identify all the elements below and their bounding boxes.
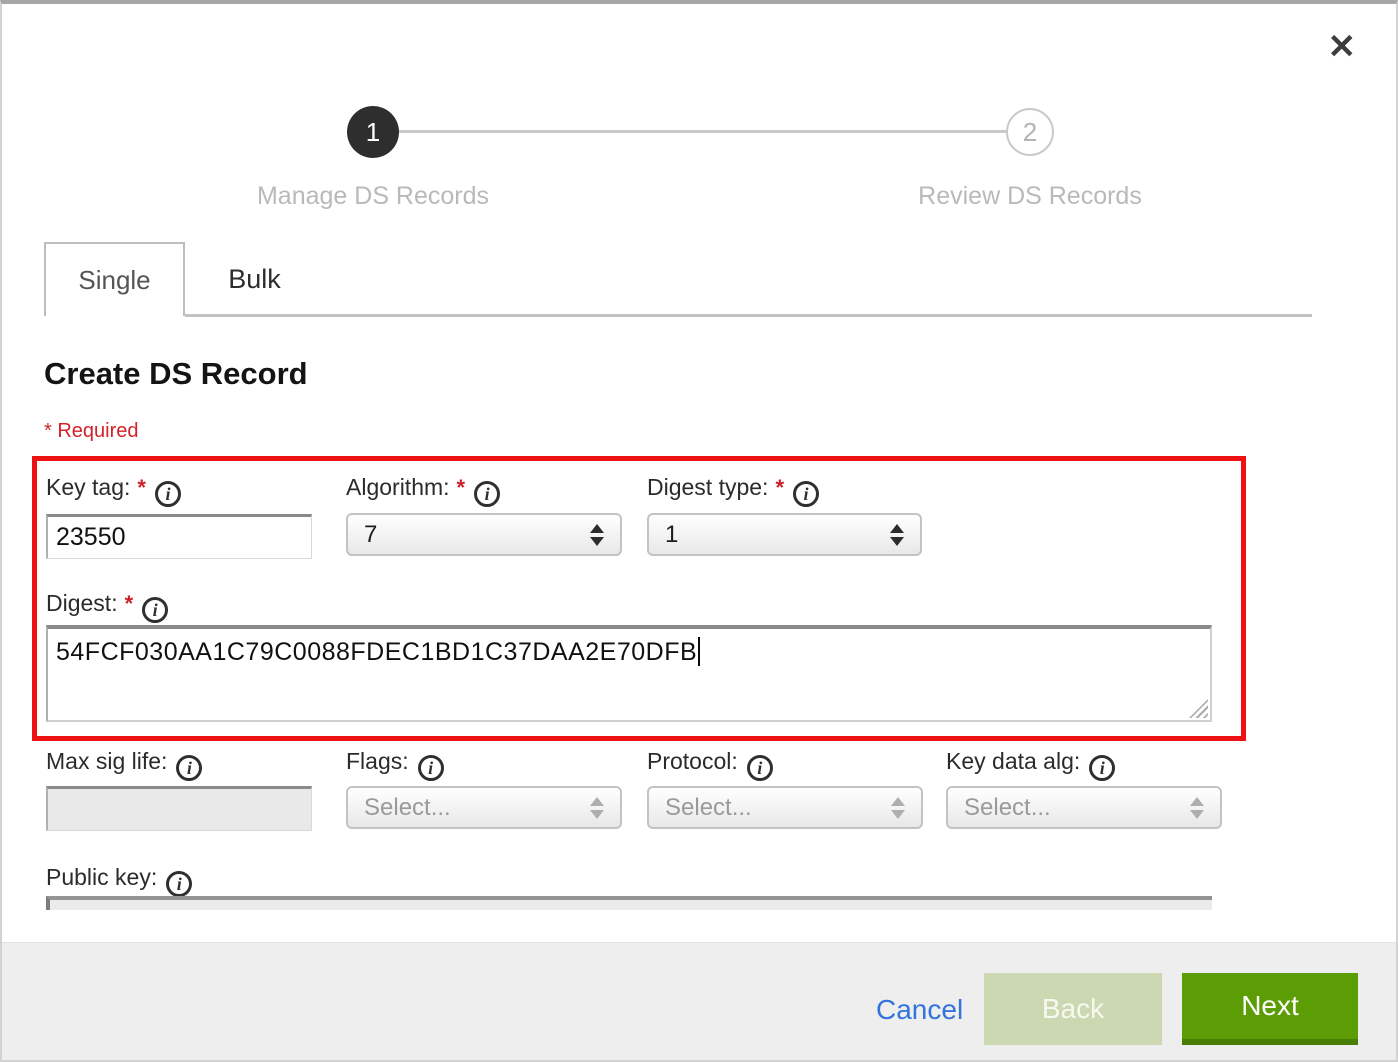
algorithm-label-text: Algorithm:: [346, 474, 450, 500]
select-arrows-icon: [590, 797, 604, 819]
flags-select[interactable]: Select...: [346, 786, 622, 829]
key-data-alg-select-value: Select...: [964, 794, 1051, 822]
tab-underline: [185, 314, 1312, 317]
algorithm-label: Algorithm: * i: [346, 474, 500, 507]
info-icon[interactable]: i: [176, 755, 202, 781]
digest-label: Digest: * i: [46, 590, 168, 623]
info-icon[interactable]: i: [1089, 755, 1115, 781]
required-note: * Required: [44, 420, 139, 443]
digest-label-text: Digest:: [46, 590, 118, 616]
next-button[interactable]: Next: [1182, 973, 1358, 1045]
resize-handle-icon[interactable]: [1189, 699, 1208, 718]
digest-type-select-value: 1: [665, 521, 678, 549]
stepper-step-1-circle: 1: [347, 106, 399, 158]
max-sig-life-input[interactable]: [46, 786, 312, 831]
create-ds-record-modal: ✕ 1 2 Manage DS Records Review DS Record…: [0, 0, 1398, 1062]
info-icon[interactable]: i: [155, 481, 181, 507]
flags-label-text: Flags:: [346, 748, 409, 774]
key-tag-input[interactable]: [46, 514, 312, 559]
key-data-alg-label: Key data alg: i: [946, 748, 1115, 781]
tab-single[interactable]: Single: [44, 242, 185, 316]
text-caret: [698, 637, 700, 666]
key-data-alg-select[interactable]: Select...: [946, 786, 1222, 829]
flags-select-value: Select...: [364, 794, 451, 822]
key-tag-label: Key tag: * i: [46, 474, 181, 507]
algorithm-select-value: 7: [364, 521, 377, 549]
protocol-select-value: Select...: [665, 794, 752, 822]
info-icon[interactable]: i: [747, 755, 773, 781]
select-arrows-icon: [890, 524, 904, 546]
stepper-connector-line: [399, 130, 1006, 133]
digest-type-select[interactable]: 1: [647, 513, 922, 556]
digest-textarea[interactable]: 54FCF030AA1C79C0088FDEC1BD1C37DAA2E70DFB: [46, 625, 1212, 722]
select-arrows-icon: [590, 524, 604, 546]
info-icon[interactable]: i: [142, 597, 168, 623]
protocol-select[interactable]: Select...: [647, 786, 923, 829]
stepper-step-2-circle: 2: [1006, 108, 1054, 156]
close-icon[interactable]: ✕: [1328, 30, 1357, 64]
cancel-button[interactable]: Cancel: [876, 994, 963, 1026]
info-icon[interactable]: i: [418, 755, 444, 781]
protocol-label: Protocol: i: [647, 748, 773, 781]
public-key-label-text: Public key:: [46, 864, 157, 890]
algorithm-select[interactable]: 7: [346, 513, 622, 556]
required-asterisk: *: [125, 591, 134, 616]
stepper-step-2-label: Review DS Records: [830, 182, 1230, 211]
required-asterisk: *: [775, 475, 784, 500]
info-icon[interactable]: i: [474, 481, 500, 507]
digest-value: 54FCF030AA1C79C0088FDEC1BD1C37DAA2E70DFB: [56, 638, 697, 666]
select-arrows-icon: [1190, 797, 1204, 819]
max-sig-life-label: Max sig life: i: [46, 748, 202, 781]
required-asterisk: *: [137, 475, 146, 500]
back-button[interactable]: Back: [984, 973, 1162, 1045]
stepper-step-1-label: Manage DS Records: [173, 182, 573, 211]
digest-type-label: Digest type: * i: [647, 474, 819, 507]
stepper-step-2-number: 2: [1023, 117, 1037, 148]
max-sig-life-label-text: Max sig life:: [46, 748, 167, 774]
select-arrows-icon: [891, 797, 905, 819]
page-title: Create DS Record: [44, 356, 308, 392]
key-data-alg-label-text: Key data alg:: [946, 748, 1080, 774]
required-asterisk: *: [457, 475, 466, 500]
digest-type-label-text: Digest type:: [647, 474, 768, 500]
info-icon[interactable]: i: [166, 871, 192, 897]
public-key-label: Public key: i: [46, 864, 192, 897]
stepper-step-1-number: 1: [366, 117, 380, 148]
flags-label: Flags: i: [346, 748, 444, 781]
info-icon[interactable]: i: [793, 481, 819, 507]
protocol-label-text: Protocol:: [647, 748, 738, 774]
tab-bulk[interactable]: Bulk: [192, 242, 317, 316]
key-tag-label-text: Key tag:: [46, 474, 130, 500]
public-key-textarea[interactable]: [46, 896, 1212, 910]
